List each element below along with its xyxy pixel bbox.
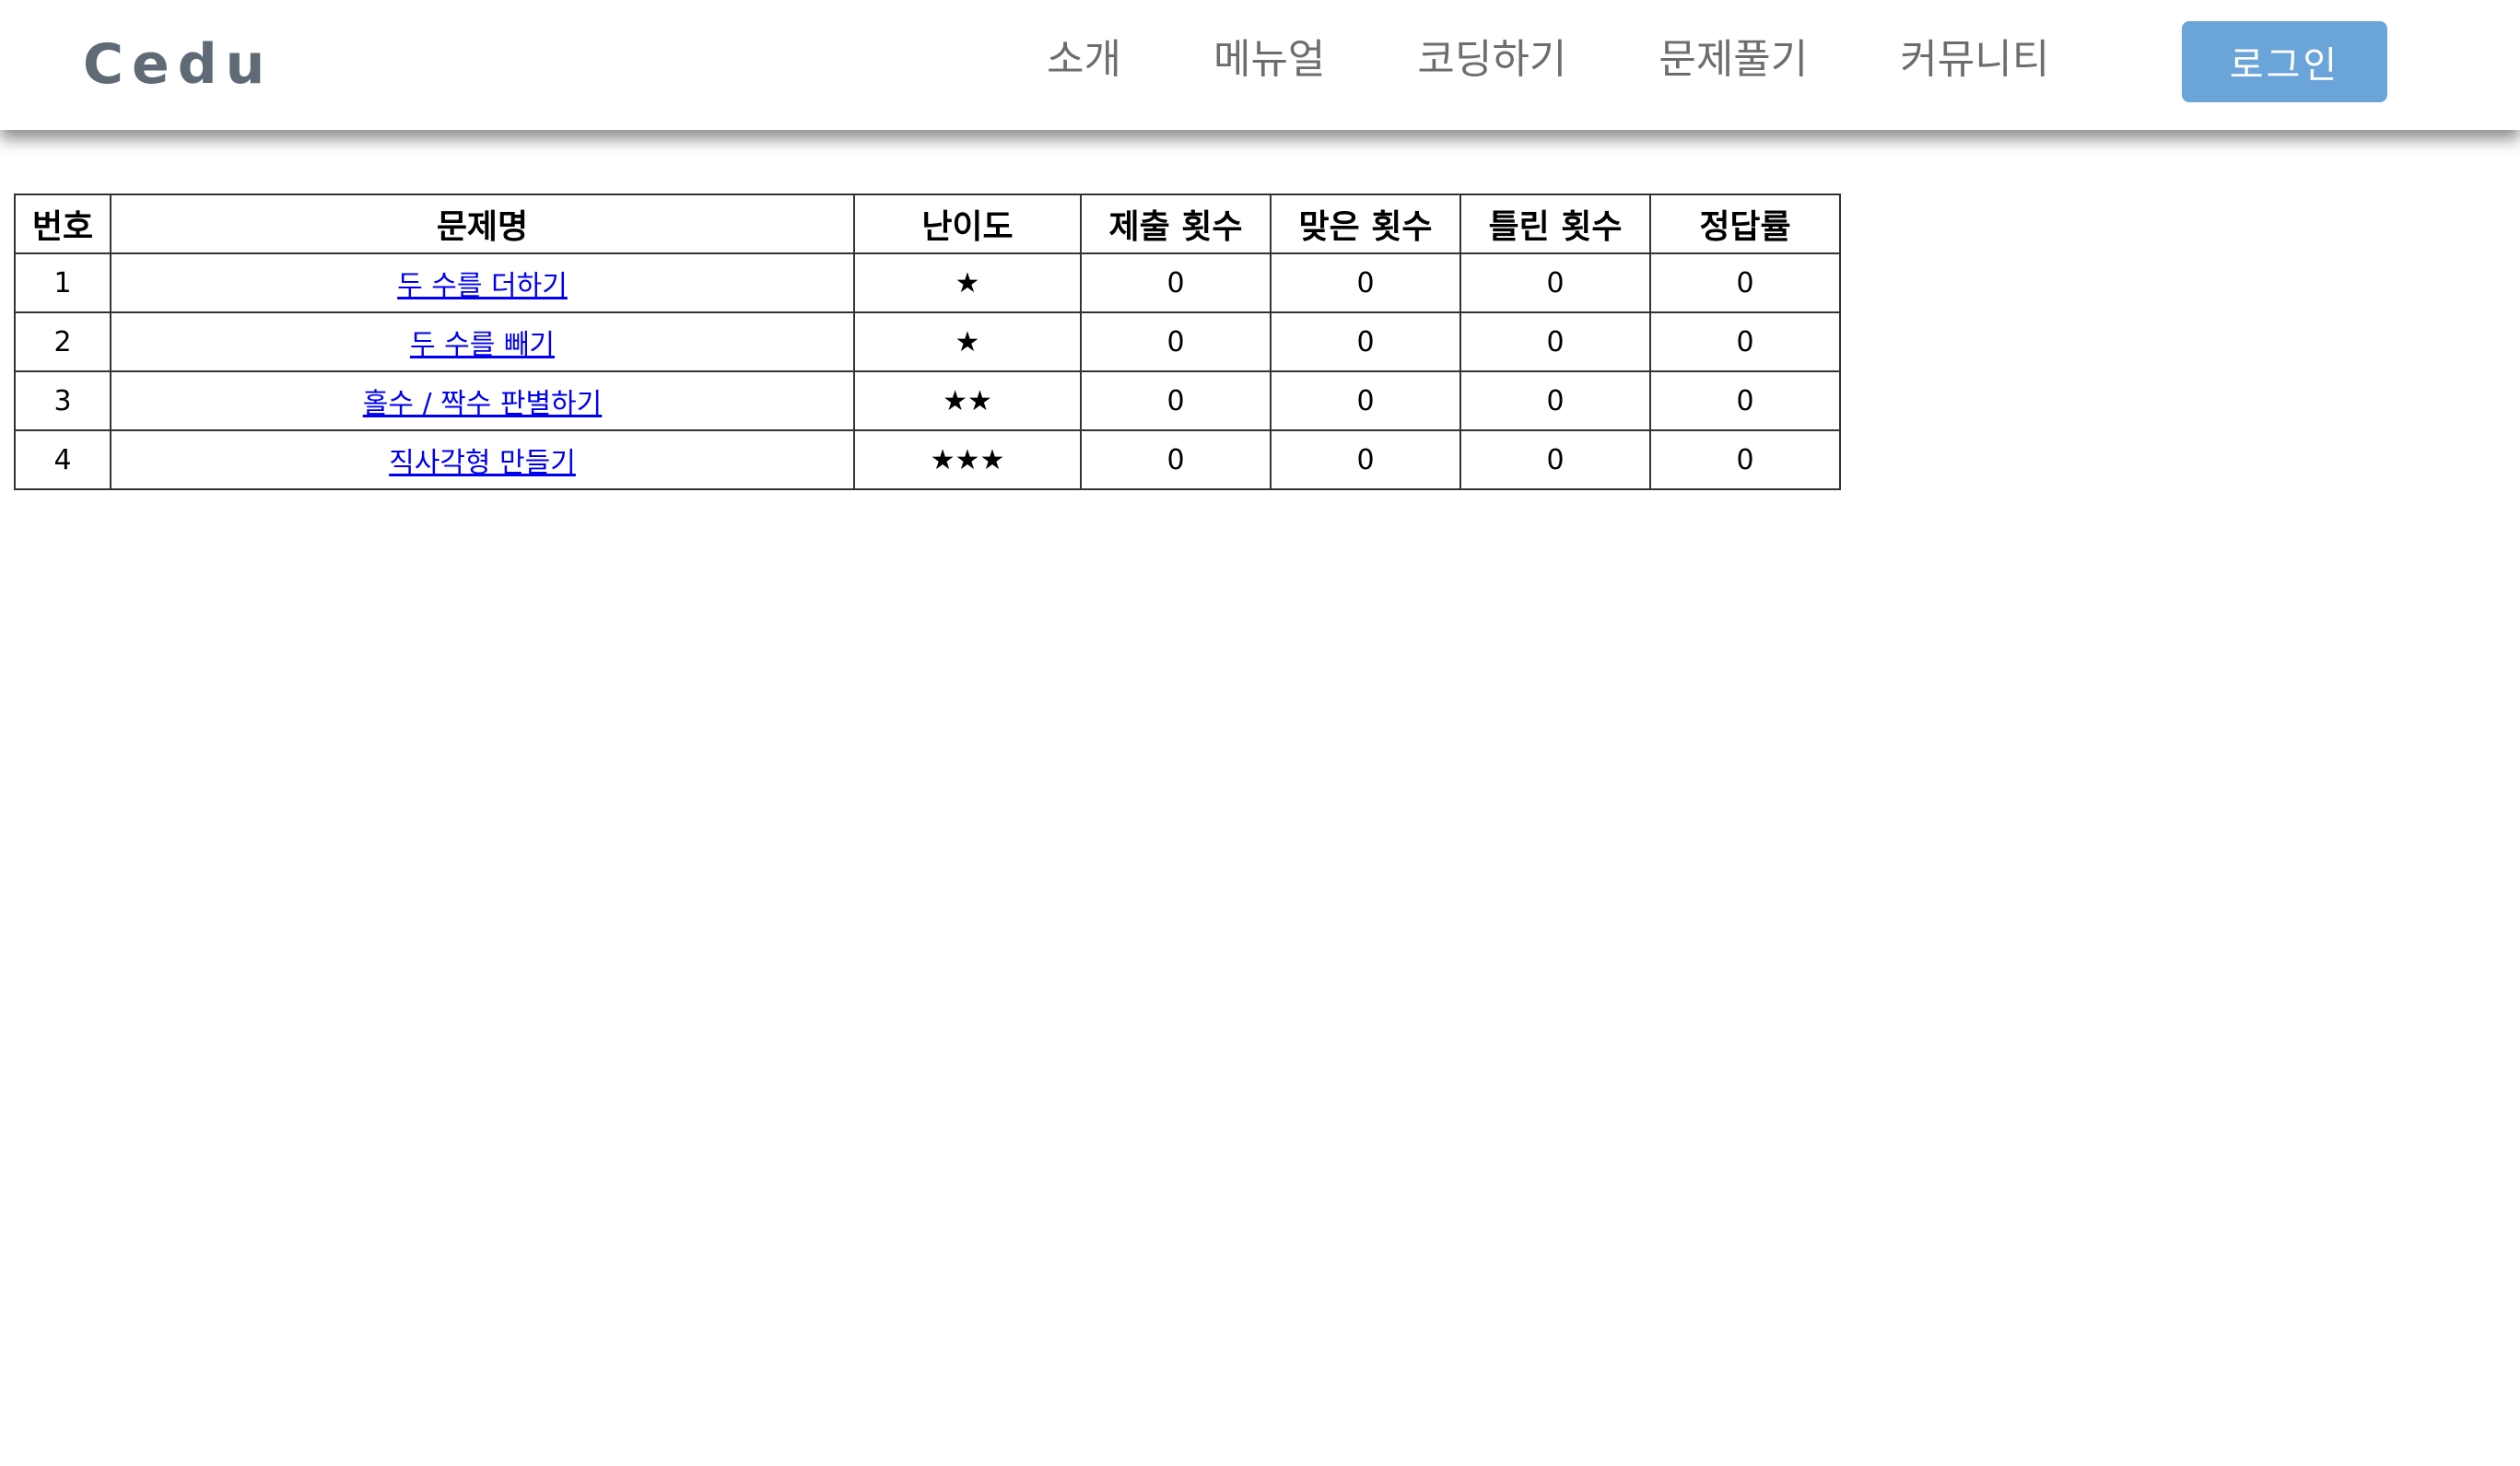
problem-table: 번호 문제명 난이도 제출 횟수 맞은 횟수 틀린 횟수 정답률 1 두 수를 … (14, 194, 1841, 490)
column-header-difficulty: 난이도 (853, 194, 1082, 254)
nav-item-manual[interactable]: 메뉴얼 (1213, 28, 1325, 92)
difficulty-stars: ★ (853, 311, 1082, 372)
site-header: Cedu 소개 메뉴얼 코딩하기 문제풀기 커뮤니티 로그인 (0, 0, 2520, 130)
nav-item-problems[interactable]: 문제풀기 (1659, 28, 1808, 92)
problem-number: 1 (14, 252, 111, 313)
column-header-wrong: 틀린 횟수 (1459, 194, 1651, 254)
submission-count: 0 (1080, 252, 1272, 313)
accuracy-rate: 0 (1649, 429, 1841, 490)
correct-count: 0 (1270, 311, 1461, 372)
column-header-number: 번호 (14, 194, 111, 254)
table-row: 1 두 수를 더하기 ★ 0 0 0 0 (14, 252, 1841, 313)
accuracy-rate: 0 (1649, 311, 1841, 372)
accuracy-rate: 0 (1649, 370, 1841, 431)
column-header-title: 문제명 (110, 194, 855, 254)
problem-title-cell: 홀수 / 짝수 판별하기 (110, 370, 855, 431)
correct-count: 0 (1270, 252, 1461, 313)
main-nav: 소개 메뉴얼 코딩하기 문제풀기 커뮤니티 (1047, 28, 2141, 92)
table-row: 4 직사각형 만들기 ★★★ 0 0 0 0 (14, 429, 1841, 490)
correct-count: 0 (1270, 370, 1461, 431)
problem-number: 3 (14, 370, 111, 431)
correct-count: 0 (1270, 429, 1461, 490)
column-header-submissions: 제출 횟수 (1080, 194, 1272, 254)
difficulty-stars: ★★ (853, 370, 1082, 431)
problem-title-cell: 두 수를 더하기 (110, 252, 855, 313)
site-logo[interactable]: Cedu (83, 26, 273, 103)
problem-title-link[interactable]: 직사각형 만들기 (389, 447, 576, 479)
wrong-count: 0 (1459, 370, 1651, 431)
accuracy-rate: 0 (1649, 252, 1841, 313)
column-header-rate: 정답률 (1649, 194, 1841, 254)
login-button[interactable]: 로그인 (2182, 21, 2387, 102)
wrong-count: 0 (1459, 311, 1651, 372)
table-header-row: 번호 문제명 난이도 제출 횟수 맞은 횟수 틀린 횟수 정답률 (14, 194, 1841, 254)
wrong-count: 0 (1459, 252, 1651, 313)
table-row: 2 두 수를 빼기 ★ 0 0 0 0 (14, 311, 1841, 372)
problem-title-cell: 두 수를 빼기 (110, 311, 855, 372)
wrong-count: 0 (1459, 429, 1651, 490)
nav-item-intro[interactable]: 소개 (1047, 28, 1121, 92)
submission-count: 0 (1080, 429, 1272, 490)
problem-title-link[interactable]: 두 수를 빼기 (410, 329, 555, 361)
problem-number: 4 (14, 429, 111, 490)
submission-count: 0 (1080, 311, 1272, 372)
problem-number: 2 (14, 311, 111, 372)
problem-title-link[interactable]: 홀수 / 짝수 판별하기 (363, 388, 603, 420)
submission-count: 0 (1080, 370, 1272, 431)
nav-item-coding[interactable]: 코딩하기 (1417, 28, 1566, 92)
nav-item-community[interactable]: 커뮤니티 (1900, 28, 2049, 92)
difficulty-stars: ★★★ (853, 429, 1082, 490)
column-header-correct: 맞은 횟수 (1270, 194, 1461, 254)
difficulty-stars: ★ (853, 252, 1082, 313)
problem-title-cell: 직사각형 만들기 (110, 429, 855, 490)
table-row: 3 홀수 / 짝수 판별하기 ★★ 0 0 0 0 (14, 370, 1841, 431)
problem-title-link[interactable]: 두 수를 더하기 (397, 270, 568, 302)
